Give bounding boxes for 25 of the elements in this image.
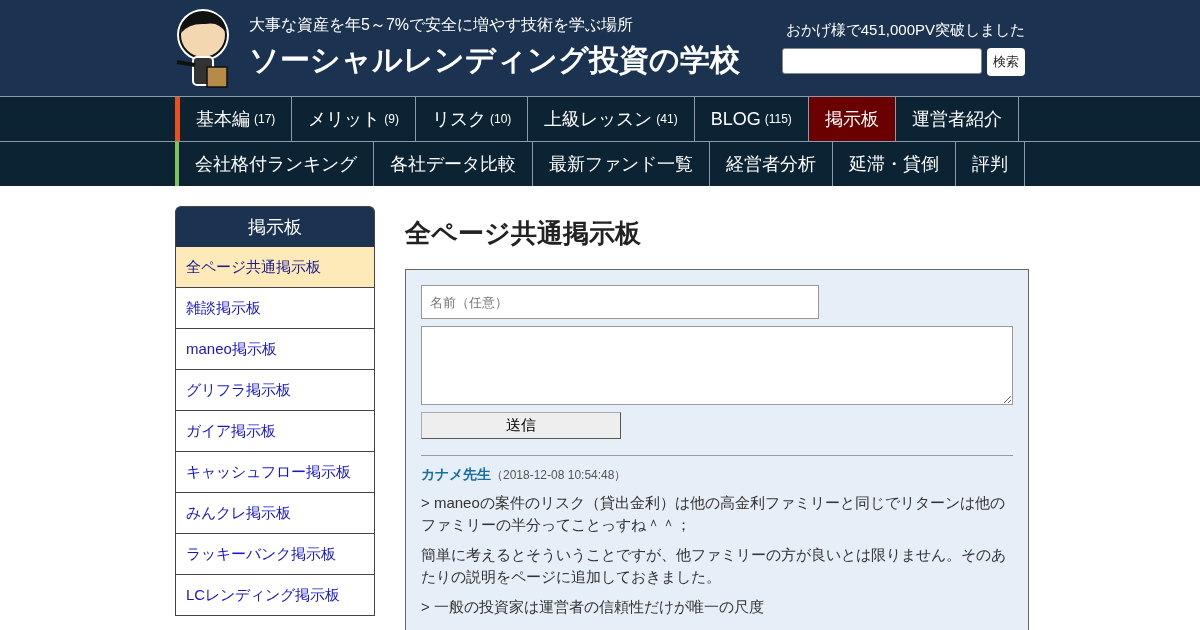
sidebar-item[interactable]: 全ページ共通掲示板: [175, 247, 375, 288]
nav-tab[interactable]: 掲示板: [808, 97, 896, 141]
post-text: > maneoの案件のリスク（貸出金利）は他の高金利ファミリーと同じでリターンは他のファミリーの半分ってことっすね＾＾；: [421, 493, 1006, 535]
sidebar-item[interactable]: LCレンディング掲示板: [175, 575, 375, 616]
sidebar-title: 掲示板: [175, 206, 375, 247]
page-title: 全ページ共通掲示板: [405, 217, 642, 250]
search-button[interactable]: 検索: [987, 47, 1025, 76]
sidebar-item[interactable]: 雑談掲示板: [175, 288, 375, 329]
comment-field[interactable]: [421, 326, 1013, 405]
search-field[interactable]: [782, 47, 982, 74]
sidebar-item[interactable]: ラッキーバンク掲示板: [175, 534, 375, 575]
post-text: 簡単に考えるとそういうことですが、他ファミリーの方が良いとは限りません。そのあたりの説明をページに追加しておきました。: [421, 545, 1007, 587]
name-field[interactable]: 名前（任意）: [421, 285, 819, 319]
site-tagline: 大事な資産を年5～7%で安全に増やす技術を学ぶ場所: [249, 15, 635, 35]
submit-button[interactable]: 送信: [421, 412, 621, 439]
post-text: > 一般の投資家は運営者の信頼性だけが唯一の尺度: [421, 597, 765, 617]
sidebar-item[interactable]: maneo掲示板: [175, 329, 375, 370]
sidebar-item[interactable]: ガイア掲示板: [175, 411, 375, 452]
post-time: （2018-12-08 10:54:48）: [491, 467, 627, 484]
post-author: カナメ先生: [421, 466, 491, 484]
pageview-notice: おかげ様で451,000PV突破しました: [785, 20, 1025, 40]
sidebar-item[interactable]: グリフラ掲示板: [175, 370, 375, 411]
sidebar-item[interactable]: キャッシュフロー掲示板: [175, 452, 375, 493]
site-title[interactable]: ソーシャルレンディング投資の学校: [249, 40, 782, 81]
sidebar-item[interactable]: みんクレ掲示板: [175, 493, 375, 534]
